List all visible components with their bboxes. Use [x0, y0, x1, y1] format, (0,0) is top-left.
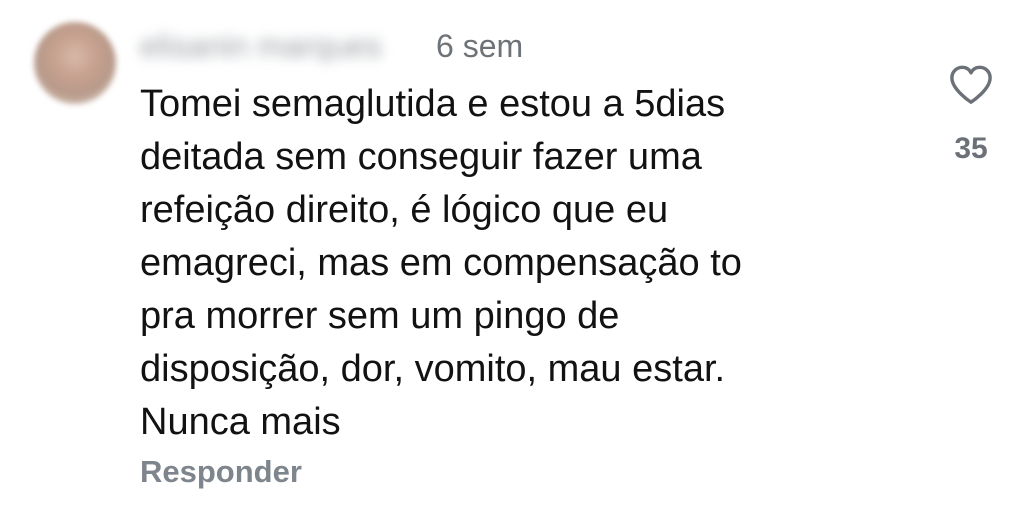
comment: elisanin marques 6 sem Tomei semaglutida…: [0, 0, 1024, 523]
username[interactable]: elisanin marques: [140, 26, 430, 66]
like-button[interactable]: 35: [944, 64, 998, 184]
reply-button[interactable]: Responder: [140, 452, 302, 492]
like-count: 35: [954, 132, 988, 165]
comment-text: Tomei semaglutida e estou a 5dias deitad…: [140, 83, 742, 443]
heart-outline-icon[interactable]: [948, 64, 994, 106]
comment-time: 6 sem: [436, 28, 524, 64]
avatar[interactable]: [34, 22, 116, 104]
